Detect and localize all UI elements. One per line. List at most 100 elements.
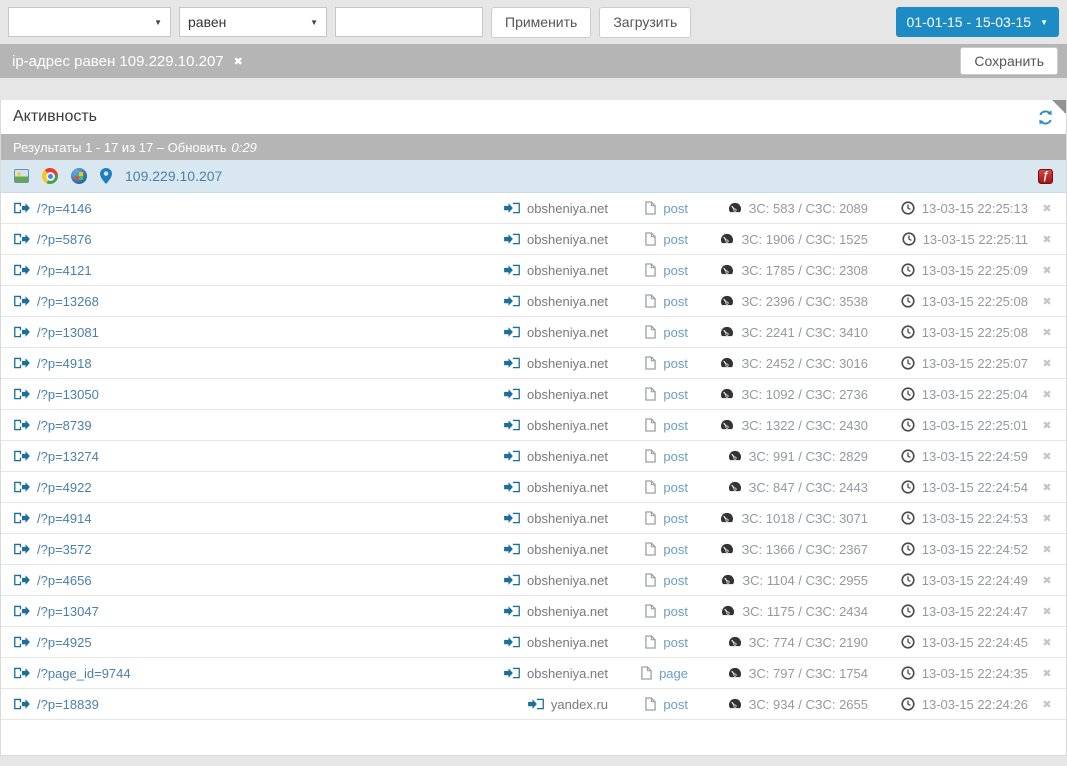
- page-type-cell: post: [608, 418, 688, 433]
- page-link[interactable]: /?p=13050: [37, 387, 99, 402]
- remove-filter-icon[interactable]: ✖: [234, 55, 243, 68]
- referrer-domain: obsheniya.net: [527, 665, 608, 681]
- close-icon[interactable]: ✖: [1042, 264, 1051, 277]
- tachometer-icon: [721, 295, 734, 306]
- clock-icon: [901, 573, 915, 587]
- close-icon[interactable]: ✖: [1042, 388, 1051, 401]
- row-close-cell: ✖: [1028, 543, 1066, 556]
- page-type-cell: post: [608, 511, 688, 526]
- field-select[interactable]: ▼: [8, 7, 171, 37]
- operator-select[interactable]: равен ▼: [179, 7, 327, 37]
- close-icon[interactable]: ✖: [1042, 326, 1051, 339]
- page-link[interactable]: /?p=4656: [37, 573, 92, 588]
- page-link[interactable]: /?p=8739: [37, 418, 92, 433]
- chevron-down-icon: ▼: [154, 17, 162, 27]
- page-type-link[interactable]: post: [663, 604, 688, 619]
- page-type-link[interactable]: post: [663, 263, 688, 278]
- timestamp-cell: 13-03-15 22:25:08: [868, 325, 1028, 340]
- page-type-link[interactable]: post: [663, 542, 688, 557]
- load-stats-value: ЗС: 774 / СЗС: 2190: [748, 634, 868, 650]
- page-type-link[interactable]: post: [663, 480, 688, 495]
- activity-row: /?page_id=9744 obsheniya.net page ЗС: 79…: [1, 658, 1066, 689]
- page-type-cell: post: [608, 325, 688, 340]
- close-icon[interactable]: ✖: [1042, 419, 1051, 432]
- close-icon[interactable]: ✖: [1042, 512, 1051, 525]
- page-link[interactable]: /?p=13268: [37, 294, 99, 309]
- save-button[interactable]: Сохранить: [960, 47, 1058, 75]
- row-close-cell: ✖: [1028, 264, 1066, 277]
- referrer-domain: obsheniya.net: [527, 417, 608, 433]
- file-icon: [645, 449, 657, 463]
- page-type-link[interactable]: post: [663, 232, 688, 247]
- sign-in-icon: [504, 605, 520, 617]
- close-icon[interactable]: ✖: [1042, 698, 1051, 711]
- load-stats-value: ЗС: 2241 / СЗС: 3410: [741, 324, 868, 340]
- close-icon[interactable]: ✖: [1042, 481, 1051, 494]
- page-type-link[interactable]: post: [663, 294, 688, 309]
- clock-icon: [901, 511, 915, 525]
- page-cell: /?p=3572: [1, 542, 430, 557]
- page-link[interactable]: /?p=13274: [37, 449, 99, 464]
- close-icon[interactable]: ✖: [1042, 543, 1051, 556]
- close-icon[interactable]: ✖: [1042, 636, 1051, 649]
- close-icon[interactable]: ✖: [1042, 357, 1051, 370]
- page-type-link[interactable]: post: [663, 573, 688, 588]
- page-link[interactable]: /?p=4918: [37, 356, 92, 371]
- file-icon: [645, 232, 657, 246]
- page-type-link[interactable]: post: [663, 635, 688, 650]
- page-link[interactable]: /?p=13047: [37, 604, 99, 619]
- page-type-link[interactable]: post: [663, 449, 688, 464]
- referrer-domain: obsheniya.net: [527, 479, 608, 495]
- apply-button[interactable]: Применить: [491, 6, 592, 38]
- close-icon[interactable]: ✖: [1042, 202, 1051, 215]
- close-icon[interactable]: ✖: [1042, 233, 1051, 246]
- tachometer-icon: [722, 574, 735, 585]
- activity-row: /?p=5876 obsheniya.net post ЗС: 1906 / С…: [1, 224, 1066, 255]
- page-type-link[interactable]: post: [663, 325, 688, 340]
- activity-panel: Активность Результаты 1 - 17 из 17 – Обн…: [0, 100, 1067, 756]
- page-link[interactable]: /?p=18839: [37, 697, 99, 712]
- visitor-ip-link[interactable]: 109.229.10.207: [125, 168, 222, 184]
- timestamp-value: 13-03-15 22:25:04: [921, 386, 1028, 402]
- date-range-button[interactable]: 01-01-15 - 15-03-15 ▼: [895, 7, 1059, 37]
- page-link[interactable]: /?p=3572: [37, 542, 92, 557]
- page-cell: /?p=4925: [1, 635, 430, 650]
- page-type-link[interactable]: post: [663, 201, 688, 216]
- page-type-link[interactable]: post: [663, 511, 688, 526]
- page-type-link[interactable]: post: [663, 697, 688, 712]
- clock-icon: [901, 294, 915, 308]
- referrer-domain: obsheniya.net: [527, 510, 608, 526]
- page-link[interactable]: /?p=4146: [37, 201, 92, 216]
- load-stats-value: ЗС: 1906 / СЗС: 1525: [741, 231, 868, 247]
- page-link[interactable]: /?page_id=9744: [37, 666, 131, 681]
- page-link[interactable]: /?p=4121: [37, 263, 92, 278]
- close-icon[interactable]: ✖: [1042, 574, 1051, 587]
- activity-row: /?p=4121 obsheniya.net post ЗС: 1785 / С…: [1, 255, 1066, 286]
- load-button[interactable]: Загрузить: [599, 6, 692, 38]
- operator-select-value: равен: [188, 14, 227, 30]
- load-stats-cell: ЗС: 1322 / СЗС: 2430: [688, 418, 868, 433]
- page-link[interactable]: /?p=5876: [37, 232, 92, 247]
- close-icon[interactable]: ✖: [1042, 295, 1051, 308]
- tachometer-icon: [721, 419, 734, 430]
- sign-out-icon: [14, 574, 30, 586]
- page-type-link[interactable]: post: [663, 387, 688, 402]
- page-link[interactable]: /?p=4922: [37, 480, 92, 495]
- page-cell: /?p=13081: [1, 325, 430, 340]
- page-cell: /?p=4914: [1, 511, 430, 526]
- load-stats-cell: ЗС: 774 / СЗС: 2190: [688, 635, 868, 650]
- page-link[interactable]: /?p=13081: [37, 325, 99, 340]
- page-type-link[interactable]: post: [663, 418, 688, 433]
- close-icon[interactable]: ✖: [1042, 605, 1051, 618]
- tachometer-icon: [728, 667, 741, 678]
- referrer-cell: obsheniya.net: [430, 480, 608, 495]
- page-type-link[interactable]: post: [663, 356, 688, 371]
- page-link[interactable]: /?p=4925: [37, 635, 92, 650]
- close-icon[interactable]: ✖: [1042, 667, 1051, 680]
- timestamp-value: 13-03-15 22:24:52: [921, 541, 1028, 557]
- page-link[interactable]: /?p=4914: [37, 511, 92, 526]
- visitor-row: 109.229.10.207 ƒ: [1, 160, 1066, 193]
- filter-value-input[interactable]: [335, 7, 483, 37]
- close-icon[interactable]: ✖: [1042, 450, 1051, 463]
- page-type-link[interactable]: page: [659, 666, 688, 681]
